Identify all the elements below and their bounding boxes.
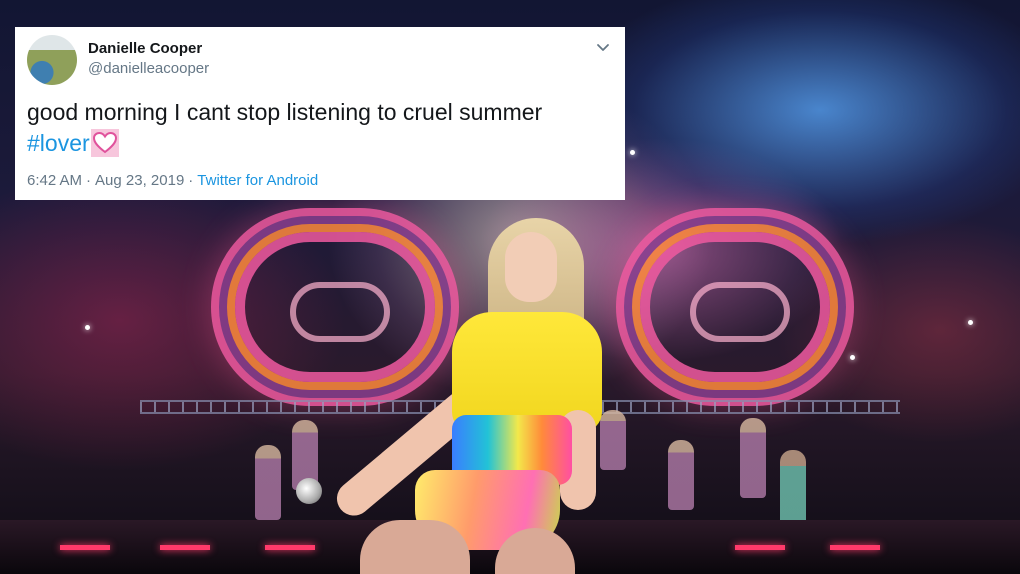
user-handle[interactable]: @danielleacooper bbox=[88, 60, 209, 77]
tweet-body: good morning I cant stop listening to cr… bbox=[27, 99, 543, 125]
tweet-text: good morning I cant stop listening to cr… bbox=[27, 97, 617, 159]
tweet-date[interactable]: Aug 23, 2019 bbox=[95, 172, 184, 189]
heart-emoji-icon bbox=[90, 129, 119, 157]
chevron-down-icon[interactable] bbox=[595, 39, 611, 55]
display-name[interactable]: Danielle Cooper bbox=[88, 40, 202, 57]
performer-leg-left bbox=[360, 520, 470, 574]
microphone-icon bbox=[296, 478, 322, 504]
tweet-meta: 6:42 AM · Aug 23, 2019 · Twitter for Android bbox=[27, 172, 318, 189]
tweet-source-link[interactable]: Twitter for Android bbox=[197, 172, 318, 189]
tweet-card[interactable]: Danielle Cooper @danielleacooper good mo… bbox=[15, 27, 625, 200]
tweet-time[interactable]: 6:42 AM bbox=[27, 172, 82, 189]
meta-separator: · bbox=[86, 172, 92, 189]
avatar[interactable] bbox=[27, 35, 77, 85]
performer-face bbox=[505, 232, 557, 302]
meta-separator: · bbox=[188, 172, 194, 189]
hashtag-link[interactable]: #lover bbox=[27, 130, 90, 156]
